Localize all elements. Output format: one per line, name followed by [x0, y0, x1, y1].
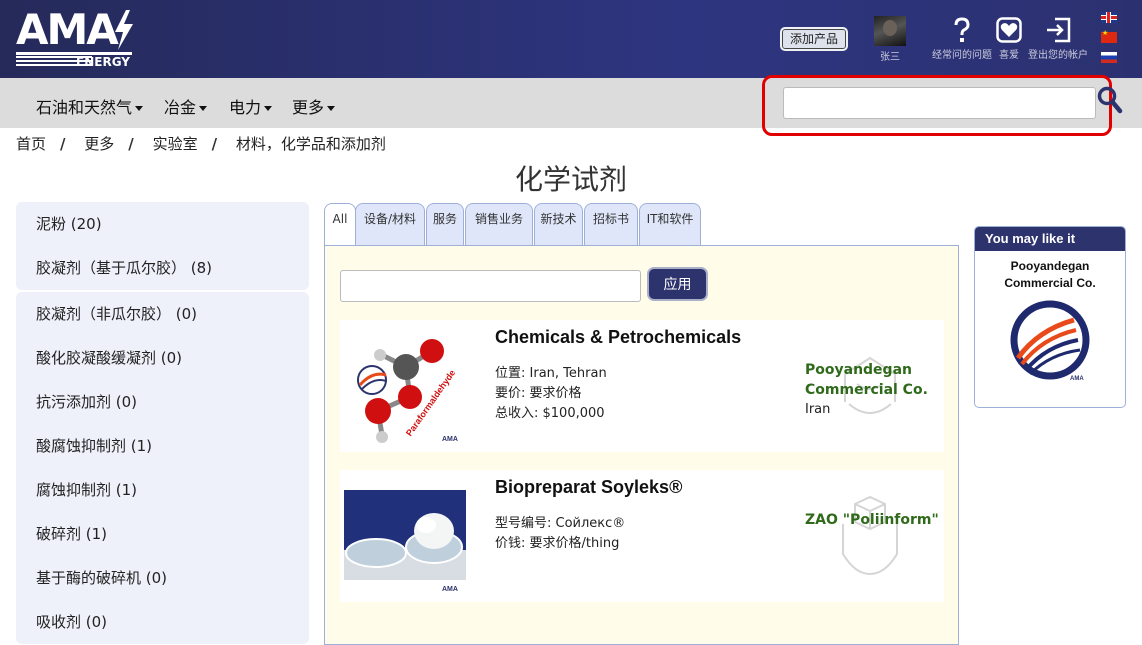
listing-price: 价钱: 要求价格/thing [495, 536, 620, 551]
tab-equipment[interactable]: 设备/材料 [355, 203, 425, 245]
product-image[interactable]: AMA [344, 475, 466, 595]
listing-title[interactable]: Biopreparat Soyleks® [495, 477, 682, 498]
breadcrumb-home[interactable]: 首页 [16, 135, 46, 153]
sidebar-item[interactable]: 酸腐蚀抑制剂 (1) [16, 424, 309, 468]
package-hands-icon [842, 495, 898, 576]
search-input[interactable] [783, 87, 1096, 119]
listing-card[interactable]: AMA Biopreparat Soyleks® 型号编号: Сойлекс® … [340, 470, 944, 602]
heart-icon [996, 17, 1022, 43]
listing-location: 位置: Iran, Tehran [495, 366, 607, 381]
logout-icon [1047, 17, 1071, 43]
sidebar-group: 胶凝剂（非瓜尔胶） (0) 酸化胶凝酸缓凝剂 (0) 抗污添加剂 (0) 酸腐蚀… [16, 292, 309, 644]
logout-link[interactable]: 登出您的帐户 [1027, 16, 1089, 61]
sidebar-item[interactable]: 吸收剂 (0) [16, 600, 309, 644]
search-icon[interactable] [1097, 86, 1123, 114]
product-image[interactable]: AMA Paraformaldehyde [344, 325, 466, 445]
tab-it-software[interactable]: IT和软件 [639, 203, 701, 245]
nav-oil-gas[interactable]: 石油和天然气 [36, 94, 144, 118]
listing-card[interactable]: AMA Paraformaldehyde Chemicals & Petroch… [340, 320, 944, 452]
breadcrumb-laboratory[interactable]: 实验室 [153, 135, 198, 153]
watermark-text: AMA [442, 586, 458, 593]
recommended-heading: You may like it [975, 227, 1125, 251]
company-link[interactable]: Pooyandegan Commercial Co. [805, 360, 928, 400]
language-switcher [1101, 12, 1119, 72]
sidebar-item[interactable]: 胶凝剂（非瓜尔胶） (0) [16, 292, 309, 336]
listing-title[interactable]: Chemicals & Petrochemicals [495, 327, 741, 348]
page-title: 化学试剂 [514, 163, 627, 196]
top-header: AMA ENERGY 添加产品 张三 经常问的问题 喜爱 登出您的帐户 ★ [0, 0, 1142, 78]
sidebar-item[interactable]: 抗污添加剂 (0) [16, 380, 309, 424]
category-sidebar: 泥粉 (20) 胶凝剂（基于瓜尔胶） (8) 胶凝剂（非瓜尔胶） (0) 酸化胶… [16, 202, 309, 644]
logo-watermark: AMA [1070, 376, 1084, 382]
watermark-text: AMA [442, 436, 458, 443]
question-icon [954, 17, 970, 42]
tab-tenders[interactable]: 招标书 [584, 203, 638, 245]
nav-more[interactable]: 更多 [292, 94, 336, 118]
tab-new-tech[interactable]: 新技术 [534, 203, 583, 245]
recommended-box[interactable]: You may like it Pooyandegan Commercial C… [974, 226, 1126, 408]
china-flag-icon[interactable] [1101, 29, 1117, 43]
uk-flag-icon[interactable] [1101, 12, 1117, 23]
avatar[interactable] [874, 16, 906, 46]
chevron-down-icon [264, 106, 273, 111]
nav-power[interactable]: 电力 [229, 94, 273, 118]
listing-revenue: 总收入: $100,000 [495, 406, 605, 421]
logo-energy: ENERGY [16, 52, 132, 69]
user-name: 张三 [880, 52, 900, 63]
chevron-down-icon [135, 106, 144, 111]
company-country: Iran [805, 402, 831, 417]
user-profile[interactable]: 张三 [873, 16, 907, 63]
sidebar-item[interactable]: 腐蚀抑制剂 (1) [16, 468, 309, 512]
faq-link[interactable]: 经常问的问题 [930, 16, 994, 61]
sidebar-group: 泥粉 (20) 胶凝剂（基于瓜尔胶） (8) [16, 202, 309, 290]
breadcrumb-materials[interactable]: 材料，化学品和添加剂 [236, 135, 386, 153]
tab-sales[interactable]: 销售业务 [465, 203, 533, 245]
sidebar-item[interactable]: 基于酶的破碎机 (0) [16, 556, 309, 600]
add-product-button[interactable]: 添加产品 [780, 27, 849, 51]
logout-label: 登出您的帐户 [1028, 50, 1088, 61]
company-link[interactable]: ZAO "Poliinform" [805, 510, 939, 530]
favorites-label: 喜爱 [999, 50, 1019, 61]
recommended-company[interactable]: Pooyandegan Commercial Co. [975, 258, 1125, 292]
site-logo[interactable]: AMA ENERGY [16, 8, 136, 70]
nav-metallurgy[interactable]: 冶金 [164, 94, 208, 118]
company-logo[interactable]: AMA [1008, 300, 1092, 384]
sidebar-item[interactable]: 破碎剂 (1) [16, 512, 309, 556]
russia-flag-icon[interactable] [1101, 52, 1117, 63]
listing-model: 型号编号: Сойлекс® [495, 516, 626, 531]
listing-price: 要价: 要求价格 [495, 386, 582, 401]
sidebar-item[interactable]: 酸化胶凝酸缓凝剂 (0) [16, 336, 309, 380]
filter-input[interactable] [340, 270, 641, 302]
sidebar-item[interactable]: 泥粉 (20) [16, 202, 309, 246]
apply-button[interactable]: 应用 [647, 267, 708, 301]
faq-label: 经常问的问题 [932, 50, 992, 61]
lightning-bolt-icon [115, 10, 133, 50]
tab-services[interactable]: 服务 [426, 203, 464, 245]
sidebar-item[interactable]: 胶凝剂（基于瓜尔胶） (8) [16, 246, 309, 290]
tab-all[interactable]: All [324, 203, 356, 247]
favorites-link[interactable]: 喜爱 [995, 16, 1023, 61]
breadcrumb-more[interactable]: 更多 [84, 135, 114, 153]
chevron-down-icon [199, 106, 208, 111]
chevron-down-icon [327, 106, 336, 111]
breadcrumb: 首页 / 更多 / 实验室 / 材料，化学品和添加剂 [16, 135, 386, 153]
